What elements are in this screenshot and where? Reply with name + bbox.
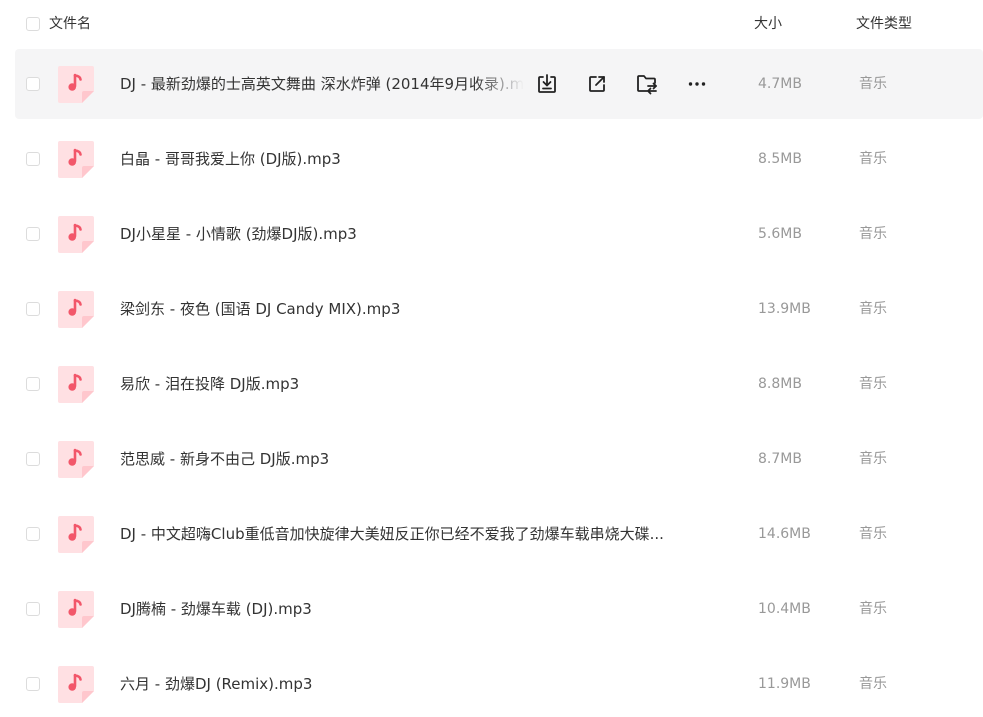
file-row[interactable]: DJ - 最新劲爆的士高英文舞曲 深水炸弹 (2014年9月收录).mp3 4.7… (15, 49, 983, 119)
file-row[interactable]: 易欣 - 泪在投降 DJ版.mp3 8.8MB 音乐 (15, 349, 983, 419)
file-type: 音乐 (859, 601, 887, 617)
file-type: 音乐 (859, 526, 887, 542)
share-icon (586, 73, 608, 95)
file-name[interactable]: 白晶 - 哥哥我爱上你 (DJ版).mp3 (120, 148, 341, 170)
share-button[interactable] (583, 70, 611, 98)
file-row[interactable]: 白晶 - 哥哥我爱上你 (DJ版).mp3 8.5MB 音乐 (15, 124, 983, 194)
music-file-icon (56, 440, 94, 478)
file-type: 音乐 (859, 676, 887, 692)
file-name[interactable]: 六月 - 劲爆DJ (Remix).mp3 (120, 673, 312, 695)
file-size: 5.6MB (758, 226, 802, 242)
row-checkbox[interactable] (26, 152, 40, 166)
music-file-icon (56, 515, 94, 553)
file-name[interactable]: DJ腾楠 - 劲爆车载 (DJ).mp3 (120, 598, 312, 620)
download-button[interactable] (533, 70, 561, 98)
file-size: 10.4MB (758, 601, 811, 617)
row-checkbox[interactable] (26, 302, 40, 316)
file-row[interactable]: DJ - 中文超嗨Club重低音加快旋律大美妞反正你已经不爱我了劲爆车载串烧大碟… (15, 499, 983, 569)
file-size: 8.8MB (758, 376, 802, 392)
more-button[interactable] (683, 70, 711, 98)
music-file-icon (56, 365, 94, 403)
file-type: 音乐 (859, 226, 887, 242)
file-row[interactable]: 梁剑东 - 夜色 (国语 DJ Candy MIX).mp3 13.9MB 音乐 (15, 274, 983, 344)
file-row[interactable]: 范思威 - 新身不由己 DJ版.mp3 8.7MB 音乐 (15, 424, 983, 494)
move-folder-icon (635, 73, 659, 95)
file-type: 音乐 (859, 451, 887, 467)
select-all-checkbox[interactable] (26, 17, 40, 31)
file-name[interactable]: DJ - 中文超嗨Club重低音加快旋律大美妞反正你已经不爱我了劲爆车载串烧大碟… (120, 523, 664, 545)
file-type: 音乐 (859, 301, 887, 317)
file-list: 文件名 大小 文件类型 DJ - 最新劲爆的士高英文舞曲 深水炸弹 (2014年… (0, 0, 983, 717)
file-name[interactable]: DJ小星星 - 小情歌 (劲爆DJ版).mp3 (120, 223, 357, 245)
file-size: 11.9MB (758, 676, 811, 692)
file-size: 13.9MB (758, 301, 811, 317)
file-size: 14.6MB (758, 526, 811, 542)
list-header: 文件名 大小 文件类型 (0, 0, 983, 48)
row-checkbox[interactable] (26, 602, 40, 616)
header-size[interactable]: 大小 (754, 14, 782, 34)
file-row[interactable]: 六月 - 劲爆DJ (Remix).mp3 11.9MB 音乐 (15, 649, 983, 717)
file-name[interactable]: 范思威 - 新身不由己 DJ版.mp3 (120, 448, 329, 470)
music-file-icon (56, 65, 94, 103)
file-name[interactable]: 梁剑东 - 夜色 (国语 DJ Candy MIX).mp3 (120, 298, 400, 320)
row-checkbox[interactable] (26, 527, 40, 541)
file-row[interactable]: DJ小星星 - 小情歌 (劲爆DJ版).mp3 5.6MB 音乐 (15, 199, 983, 269)
file-type: 音乐 (859, 376, 887, 392)
music-file-icon (56, 665, 94, 703)
file-size: 8.7MB (758, 451, 802, 467)
file-name[interactable]: 易欣 - 泪在投降 DJ版.mp3 (120, 373, 299, 395)
move-folder-button[interactable] (633, 70, 661, 98)
music-file-icon (56, 590, 94, 628)
file-type: 音乐 (859, 151, 887, 167)
row-checkbox[interactable] (26, 377, 40, 391)
row-checkbox[interactable] (26, 227, 40, 241)
music-file-icon (56, 215, 94, 253)
file-name[interactable]: DJ - 最新劲爆的士高英文舞曲 深水炸弹 (2014年9月收录).mp3 (120, 73, 524, 95)
more-icon (686, 73, 708, 95)
header-filename[interactable]: 文件名 (49, 14, 91, 34)
file-size: 4.7MB (758, 76, 802, 92)
music-file-icon (56, 140, 94, 178)
music-file-icon (56, 290, 94, 328)
file-type: 音乐 (859, 76, 887, 92)
header-filetype[interactable]: 文件类型 (856, 14, 912, 34)
row-checkbox[interactable] (26, 77, 40, 91)
row-checkbox[interactable] (26, 452, 40, 466)
file-row[interactable]: DJ腾楠 - 劲爆车载 (DJ).mp3 10.4MB 音乐 (15, 574, 983, 644)
download-icon (536, 73, 558, 95)
file-size: 8.5MB (758, 151, 802, 167)
row-checkbox[interactable] (26, 677, 40, 691)
